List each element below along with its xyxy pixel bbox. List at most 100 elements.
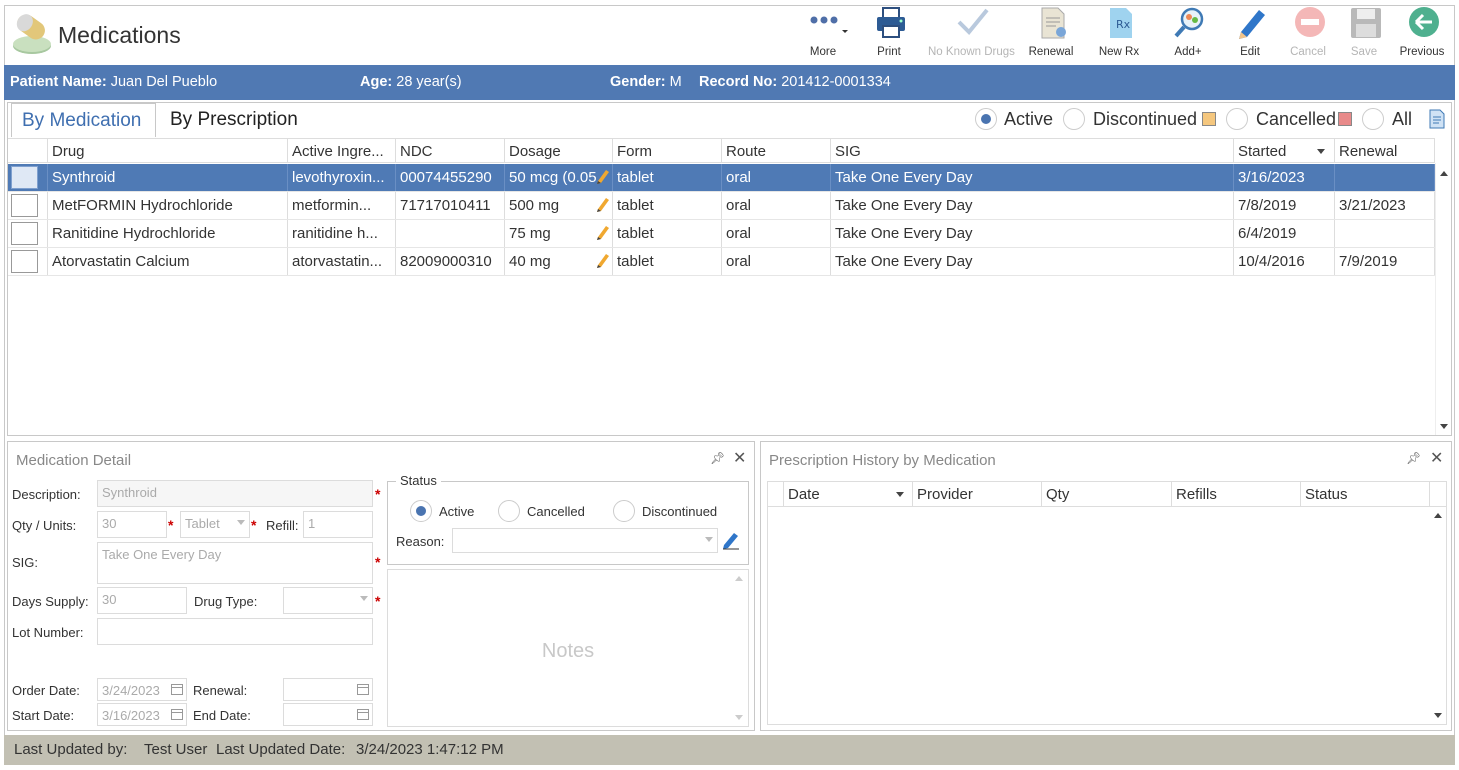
sig-label: SIG: <box>12 555 39 570</box>
grid-scrollbar[interactable] <box>1435 163 1451 435</box>
filter-discontinued-radio[interactable] <box>1063 108 1085 130</box>
calendar-icon[interactable] <box>357 709 369 720</box>
scroll-down-icon[interactable] <box>1434 713 1442 718</box>
history-column-refills[interactable]: Refills <box>1172 482 1301 506</box>
reason-select[interactable] <box>452 528 718 553</box>
calendar-icon[interactable] <box>357 684 369 695</box>
calendar-icon[interactable] <box>171 709 183 720</box>
units-select[interactable]: Tablet <box>180 511 250 538</box>
scroll-down-icon[interactable] <box>735 715 743 720</box>
row-select-cell <box>8 192 48 219</box>
cell-ndc-text: 71717010411 <box>400 197 491 214</box>
tab-by-prescription[interactable]: By Prescription <box>160 103 320 137</box>
history-column-provider[interactable]: Provider <box>913 482 1042 506</box>
column-route[interactable]: Route <box>722 139 831 162</box>
patient-gender: Gender: M <box>610 74 682 90</box>
scroll-down-icon[interactable] <box>1440 424 1448 429</box>
select-column-header <box>8 139 48 162</box>
history-column-qty[interactable]: Qty <box>1042 482 1172 506</box>
cell-route: oral <box>722 248 831 275</box>
refill-field[interactable]: 1 <box>303 511 373 538</box>
scroll-up-icon[interactable] <box>1434 513 1442 518</box>
table-row[interactable]: Ranitidine Hydrochloride ranitidine h... 7… <box>8 220 1435 248</box>
description-field[interactable]: Synthroid <box>97 480 373 507</box>
pencil-icon[interactable] <box>596 252 610 268</box>
print-label: Print <box>877 46 901 58</box>
notes-textarea[interactable]: Notes <box>387 569 749 727</box>
start-date-field[interactable]: 3/16/2023 <box>97 703 187 726</box>
cell-route-text: oral <box>726 197 752 214</box>
history-scrollbar[interactable] <box>1430 507 1446 724</box>
cell-drug: Synthroid <box>48 164 288 191</box>
report-icon[interactable] <box>1429 109 1445 129</box>
cell-ingredient-text: atorvastatin... <box>292 253 383 270</box>
history-column-status[interactable]: Status <box>1301 482 1430 506</box>
cell-started-text: 3/16/2023 <box>1238 169 1305 186</box>
patient-record: Record No: 201412-0001334 <box>699 74 891 90</box>
calendar-icon[interactable] <box>171 684 183 695</box>
no-known-drugs-button[interactable]: No Known Drugs <box>928 6 1015 62</box>
renewal-date-field[interactable] <box>283 678 373 701</box>
pencil-icon[interactable] <box>596 196 610 212</box>
column-active-ingredient[interactable]: Active Ingre... <box>288 139 396 162</box>
edit-reason-pencil-icon[interactable] <box>721 530 741 550</box>
previous-button[interactable]: Previous <box>1389 6 1455 62</box>
cell-drug: Atorvastatin Calcium <box>48 248 288 275</box>
cell-ndc-text: 82009000310 <box>400 253 492 270</box>
lot-number-field[interactable] <box>97 618 373 645</box>
filter-active-radio[interactable] <box>975 108 997 130</box>
close-icon[interactable]: ✕ <box>733 448 746 468</box>
status-active-radio[interactable] <box>410 500 432 522</box>
cell-route-text: oral <box>726 225 752 242</box>
column-sig[interactable]: SIG <box>831 139 1234 162</box>
table-row[interactable]: Atorvastatin Calcium atorvastatin... 82009… <box>8 248 1435 276</box>
cell-ingredient: atorvastatin... <box>288 248 396 275</box>
cell-ndc: 00074455290 <box>396 164 505 191</box>
cell-route: oral <box>722 164 831 191</box>
column-form[interactable]: Form <box>613 139 722 162</box>
renewal-button[interactable]: Renewal <box>1018 6 1084 62</box>
pencil-icon[interactable] <box>596 224 610 240</box>
scroll-up-icon[interactable] <box>735 576 743 581</box>
order-date-field[interactable]: 3/24/2023 <box>97 678 187 701</box>
pin-icon[interactable]: 📌︎ <box>1406 451 1421 465</box>
pin-icon[interactable]: 📌︎ <box>710 451 725 465</box>
end-date-field[interactable] <box>283 703 373 726</box>
required-marker: * <box>375 554 381 570</box>
filter-all-radio[interactable] <box>1362 108 1384 130</box>
filter-cancelled-radio[interactable] <box>1226 108 1248 130</box>
new-rx-button[interactable]: Rx New Rx <box>1086 6 1152 62</box>
table-row[interactable]: Synthroid levothyroxin... 00074455290 50 mc… <box>8 164 1435 192</box>
cell-dosage: 40 mg <box>505 248 613 275</box>
scroll-up-icon[interactable] <box>1440 171 1448 176</box>
pencil-icon[interactable] <box>596 168 610 184</box>
previous-label: Previous <box>1399 46 1445 58</box>
history-column-date[interactable]: Date <box>784 482 913 506</box>
qty-field[interactable]: 30 <box>97 511 167 538</box>
row-checkbox[interactable] <box>11 166 38 189</box>
column-dosage[interactable]: Dosage <box>505 139 613 162</box>
days-supply-field[interactable]: 30 <box>97 587 187 614</box>
history-grid-header: Date Provider Qty Refills Status <box>767 481 1447 507</box>
cell-renewal-text: 7/9/2019 <box>1339 253 1398 270</box>
row-checkbox[interactable] <box>11 250 38 273</box>
column-renewal[interactable]: Renewal <box>1335 139 1435 162</box>
column-drug[interactable]: Drug <box>48 139 288 162</box>
column-started[interactable]: Started <box>1234 139 1335 162</box>
table-row[interactable]: MetFORMIN Hydrochloride metformin... 71717… <box>8 192 1435 220</box>
sig-field[interactable]: Take One Every Day <box>97 542 373 584</box>
row-checkbox[interactable] <box>11 194 38 217</box>
magnifier-pills-icon <box>1173 6 1205 42</box>
row-checkbox[interactable] <box>11 222 38 245</box>
column-ndc[interactable]: NDC <box>396 139 505 162</box>
cell-sig-text: Take One Every Day <box>835 169 973 186</box>
status-discontinued-radio[interactable] <box>613 500 635 522</box>
discontinued-color-swatch <box>1202 112 1216 126</box>
status-cancelled-radio[interactable] <box>498 500 520 522</box>
svg-text:Rx: Rx <box>1116 18 1131 31</box>
arrow-left-icon <box>1407 6 1439 42</box>
tab-by-medication[interactable]: By Medication <box>11 103 156 137</box>
close-icon[interactable]: ✕ <box>1430 448 1443 468</box>
drug-type-select[interactable] <box>283 587 373 614</box>
print-button[interactable]: Print <box>856 6 922 62</box>
